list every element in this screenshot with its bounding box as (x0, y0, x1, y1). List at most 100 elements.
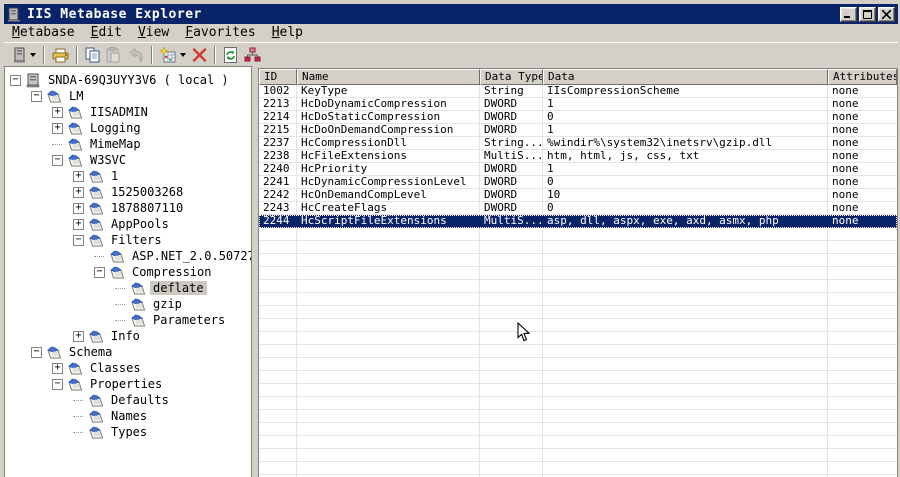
tree-item-snda-69q3uyy3v6-local[interactable]: − SNDA-69Q3UYY3V6 ( local ) (5, 72, 251, 88)
tree-item-iisadmin[interactable]: + IISADMIN (5, 104, 251, 120)
tree-item-1[interactable]: +1 (5, 168, 251, 184)
tree-connector-line (73, 415, 83, 417)
expand-icon[interactable]: + (73, 202, 84, 214)
property-row-2241[interactable]: 2241 HcDynamicCompressionLevel DWORD 0 none (259, 176, 897, 189)
tree-item-logging[interactable]: + Logging (5, 120, 251, 136)
close-button[interactable] (878, 6, 895, 22)
tree-item-gzip[interactable]: gzip (5, 296, 251, 312)
tree-item-properties[interactable]: − Properties (5, 376, 251, 392)
menu-edit[interactable]: Edit (83, 24, 130, 42)
dropdown-arrow-icon[interactable] (180, 53, 186, 57)
tree-item-asp-net-2-0-50727-0[interactable]: ASP.NET_2.0.50727.0 (5, 248, 251, 264)
refresh-button[interactable] (220, 44, 241, 66)
cell-data-type: DWORD (484, 98, 518, 110)
tree-item-1878807110[interactable]: +1878807110 (5, 200, 251, 216)
print-button[interactable] (49, 44, 72, 66)
delete-icon (192, 48, 207, 62)
property-row-1002[interactable]: 1002 KeyType String IIsCompressionScheme non… (259, 85, 897, 98)
list-body[interactable]: 1002 KeyType String IIsCompressionScheme non… (259, 85, 897, 477)
expand-icon[interactable]: + (52, 106, 63, 118)
undo-button[interactable] (124, 44, 147, 66)
paste-button[interactable] (103, 44, 124, 66)
tree-item-compression[interactable]: − Compression (5, 264, 251, 280)
tree-item-classes[interactable]: + Classes (5, 360, 251, 376)
computer-icon (24, 73, 41, 88)
column-header-attributes[interactable]: Attributes (828, 69, 897, 85)
tree-item-lm[interactable]: − LM (5, 88, 251, 104)
cell-attributes: none (832, 176, 859, 188)
tree-item-info[interactable]: + Info (5, 328, 251, 344)
column-header-data-type[interactable]: Data Type (480, 69, 543, 85)
minimize-icon (844, 10, 853, 19)
delete-button[interactable] (189, 44, 210, 66)
collapse-icon[interactable]: − (52, 154, 63, 166)
cell-data: %windir%\system32\inetsrv\gzip.dll (547, 137, 773, 149)
expand-icon[interactable]: + (73, 330, 84, 342)
cell-name: HcScriptFileExtensions (301, 215, 447, 227)
expand-icon[interactable]: + (73, 170, 84, 182)
collapse-icon[interactable]: − (31, 346, 42, 358)
tree-item-schema[interactable]: − Schema (5, 344, 251, 360)
collapse-icon[interactable]: − (52, 378, 63, 390)
tree-item-label: SNDA-69Q3UYY3V6 ( local ) (48, 73, 229, 87)
property-row-2238[interactable]: 2238 HcFileExtensions MultiS... htm, html, … (259, 150, 897, 163)
expand-icon[interactable]: + (73, 186, 84, 198)
property-list-panel[interactable]: ID Name Data Type Data Attributes 1002 KeyTyp… (258, 68, 898, 477)
expand-icon[interactable]: + (73, 218, 84, 230)
connect-server-button[interactable] (9, 44, 39, 66)
tree-item-names[interactable]: Names (5, 408, 251, 424)
cell-attributes: none (832, 150, 859, 162)
tree-item-1525003268[interactable]: +1525003268 (5, 184, 251, 200)
property-row-2215[interactable]: 2215 HcDoOnDemandCompression DWORD 1 none (259, 124, 897, 137)
column-header-data[interactable]: Data (543, 69, 828, 85)
property-row-2244[interactable]: 2244 HcScriptFileExtensions MultiS... asp, … (259, 215, 897, 228)
cell-name: HcFileExtensions (301, 150, 407, 162)
column-header-id[interactable]: ID (259, 69, 297, 85)
property-row-2243[interactable]: 2243 HcCreateFlags DWORD 0 none (259, 202, 897, 215)
tree-item-mimemap[interactable]: MimeMap (5, 136, 251, 152)
titlebar[interactable]: IIS Metabase Explorer (4, 4, 898, 24)
new-key-button[interactable] (157, 44, 189, 66)
toolbar (4, 42, 898, 67)
property-row-2237[interactable]: 2237 HcCompressionDll String... %windir%\sy… (259, 137, 897, 150)
copy-button[interactable] (82, 44, 103, 66)
menu-view[interactable]: View (130, 24, 177, 42)
menubar: Metabase Edit View Favorites Help (4, 24, 898, 42)
tree-item-label: Schema (69, 345, 113, 359)
property-row-2242[interactable]: 2242 HcOnDemandCompLevel DWORD 10 none (259, 189, 897, 202)
property-row-2214[interactable]: 2214 HcDoStaticCompression DWORD 0 none (259, 111, 897, 124)
cell-attributes: none (832, 163, 859, 175)
metabase-tree-panel[interactable]: − SNDA-69Q3UYY3V6 ( local ) − LM + IISADMIN + L… (4, 66, 252, 477)
tree-item-w3svc[interactable]: − W3SVC (5, 152, 251, 168)
collapse-icon[interactable]: − (10, 74, 21, 86)
maximize-button[interactable] (859, 6, 876, 22)
collapse-icon[interactable]: − (94, 266, 105, 278)
tree-item-defaults[interactable]: Defaults (5, 392, 251, 408)
menu-favorites[interactable]: Favorites (177, 24, 263, 42)
tree-item-label: W3SVC (90, 153, 127, 167)
cell-name: HcPriority (301, 163, 368, 175)
tree-item-types[interactable]: Types (5, 424, 251, 440)
tree-item-label: Classes (90, 361, 141, 375)
window-title: IIS Metabase Explorer (27, 6, 202, 22)
collapse-icon[interactable]: − (31, 90, 42, 102)
tree-item-filters[interactable]: − Filters (5, 232, 251, 248)
tree-item-label: LM (69, 89, 84, 103)
property-row-2240[interactable]: 2240 HcPriority DWORD 1 none (259, 163, 897, 176)
view-hierarchy-button[interactable] (241, 44, 264, 66)
expand-icon[interactable]: + (52, 362, 63, 374)
collapse-icon[interactable]: − (73, 234, 84, 246)
new-key-icon (160, 47, 177, 63)
tree-item-parameters[interactable]: Parameters (5, 312, 251, 328)
tree-item-apppools[interactable]: + AppPools (5, 216, 251, 232)
property-row-2213[interactable]: 2213 HcDoDynamicCompression DWORD 1 none (259, 98, 897, 111)
expand-icon[interactable]: + (52, 122, 63, 134)
column-header-name[interactable]: Name (297, 69, 480, 85)
tree-item-deflate[interactable]: deflate (5, 280, 251, 296)
tree-item-label: gzip (153, 297, 182, 311)
dropdown-arrow-icon[interactable] (30, 53, 36, 57)
minimize-button[interactable] (840, 6, 857, 22)
menu-metabase[interactable]: Metabase (4, 24, 83, 42)
menu-help[interactable]: Help (264, 24, 311, 42)
tree-item-label: 1878807110 (111, 201, 184, 215)
